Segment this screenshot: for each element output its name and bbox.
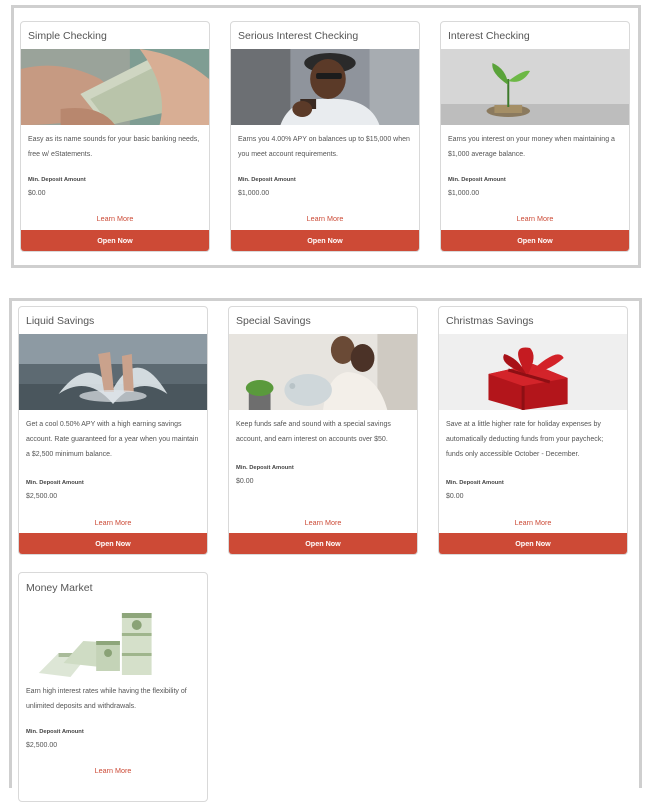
product-card-serious-interest-checking: Serious Interest Checking Earns you 4.00… xyxy=(230,21,420,252)
product-card-christmas-savings: Christmas Savings Save at a little highe… xyxy=(438,306,628,555)
card-description: Save at a little higher rate for holiday… xyxy=(446,421,604,458)
card-title: Money Market xyxy=(26,582,93,594)
min-deposit-label: Min. Deposit Amount xyxy=(238,177,296,183)
min-deposit-label: Min. Deposit Amount xyxy=(448,177,506,183)
product-card-liquid-savings: Liquid Savings Get a cool 0.50% APY with… xyxy=(18,306,208,555)
min-deposit-label: Min. Deposit Amount xyxy=(28,177,86,183)
card-description: Get a cool 0.50% APY with a high earning… xyxy=(26,421,199,458)
min-deposit-value: $0.00 xyxy=(446,493,464,500)
card-title: Special Savings xyxy=(236,315,311,327)
min-deposit-value: $2,500.00 xyxy=(26,742,58,749)
product-card-interest-checking: Interest Checking Earns you interest on … xyxy=(440,21,630,252)
card-description: Earns you 4.00% APY on balances up to $1… xyxy=(238,136,410,158)
min-deposit-value: $0.00 xyxy=(28,190,46,197)
learn-more-link[interactable]: Learn More xyxy=(19,518,207,527)
product-card-money-market: Money Market Earn high interest rates wh… xyxy=(18,572,208,802)
open-now-button[interactable]: Open Now xyxy=(231,230,419,251)
water-splash-feet-image xyxy=(19,334,207,410)
min-deposit-value: $1,000.00 xyxy=(448,190,480,197)
learn-more-link[interactable]: Learn More xyxy=(229,518,417,527)
card-title: Simple Checking xyxy=(28,30,107,42)
card-title: Interest Checking xyxy=(448,30,530,42)
savings-accounts-panel: Liquid Savings Get a cool 0.50% APY with… xyxy=(9,298,642,802)
open-now-button[interactable]: Open Now xyxy=(19,533,207,554)
min-deposit-value: $0.00 xyxy=(236,478,254,485)
card-description: Keep funds safe and sound with a special… xyxy=(236,421,391,443)
learn-more-link[interactable]: Learn More xyxy=(19,766,207,775)
product-card-simple-checking: Simple Checking Easy as its name sounds … xyxy=(20,21,210,252)
plant-sprout-coins-image xyxy=(441,49,629,125)
card-description: Earn high interest rates while having th… xyxy=(26,688,187,710)
hands-counting-cash-image xyxy=(21,49,209,125)
learn-more-link[interactable]: Learn More xyxy=(439,518,627,527)
learn-more-link[interactable]: Learn More xyxy=(231,214,419,223)
learn-more-link[interactable]: Learn More xyxy=(21,214,209,223)
card-title: Liquid Savings xyxy=(26,315,95,327)
min-deposit-value: $2,500.00 xyxy=(26,493,58,500)
card-title: Christmas Savings xyxy=(446,315,534,327)
min-deposit-label: Min. Deposit Amount xyxy=(26,480,84,486)
product-card-special-savings: Special Savings Keep funds safe and soun… xyxy=(228,306,418,555)
card-description: Earns you interest on your money when ma… xyxy=(448,136,615,158)
open-now-button[interactable]: Open Now xyxy=(441,230,629,251)
open-now-button[interactable]: Open Now xyxy=(439,533,627,554)
min-deposit-label: Min. Deposit Amount xyxy=(236,465,294,471)
min-deposit-value: $1,000.00 xyxy=(238,190,270,197)
stacks-of-cash-image xyxy=(19,603,207,679)
open-now-button[interactable]: Open Now xyxy=(229,533,417,554)
red-gift-box-image xyxy=(439,334,627,410)
learn-more-link[interactable]: Learn More xyxy=(441,214,629,223)
min-deposit-label: Min. Deposit Amount xyxy=(446,480,504,486)
couple-piggy-bank-image xyxy=(229,334,417,410)
min-deposit-label: Min. Deposit Amount xyxy=(26,729,84,735)
checking-accounts-panel: Simple Checking Easy as its name sounds … xyxy=(11,5,641,268)
card-title: Serious Interest Checking xyxy=(238,30,359,42)
card-description: Easy as its name sounds for your basic b… xyxy=(28,136,200,158)
man-with-phone-image xyxy=(231,49,419,125)
open-now-button[interactable]: Open Now xyxy=(21,230,209,251)
